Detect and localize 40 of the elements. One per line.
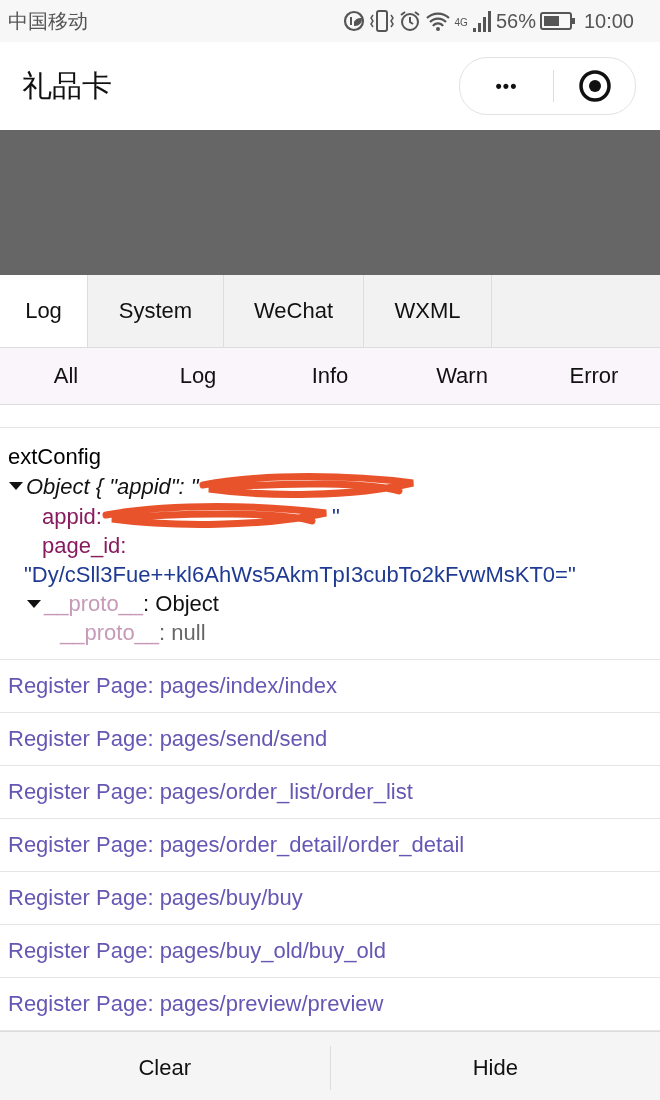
filter-tab[interactable]: Info — [264, 348, 396, 404]
network-type: 4G — [454, 17, 468, 28]
log-entry: Register Page: pages/order_list/order_list — [8, 779, 413, 805]
property-value: " — [331, 502, 340, 531]
clock-time: 10:00 — [583, 9, 634, 33]
property-value: : null — [159, 620, 206, 645]
property-key: appid: — [42, 501, 102, 531]
property-value: : Object — [143, 590, 219, 618]
object-summary: Object { "appid": " — [26, 472, 199, 501]
log-entry: Register Page: pages/send/send — [8, 726, 328, 752]
expanded-caret-icon[interactable] — [8, 481, 24, 491]
property-value: "Dy/cSll3Fue++kl6AhWs5AkmTpI3cubTo2kFvwMsKT0=" — [24, 562, 576, 587]
hide-button[interactable]: Hide — [330, 1032, 660, 1100]
vibrate-icon — [368, 9, 395, 33]
log-entry: Register Page: pages/preview/preview — [8, 991, 384, 1017]
filter-tab[interactable]: Error — [528, 348, 660, 404]
log-entry: Register Page: pages/buy/buy — [8, 885, 303, 911]
log-label: extConfig — [8, 443, 102, 471]
log-entry: Register Page: pages/index/index — [8, 673, 337, 699]
carrier-name: 中国移动 — [8, 8, 88, 34]
clear-button[interactable]: Clear — [0, 1032, 330, 1100]
log-entry: Register Page: pages/order_detail/order_detail — [8, 832, 465, 858]
signal-icon — [471, 10, 492, 32]
filter-tab[interactable]: All — [0, 348, 132, 404]
console-tab[interactable]: Log — [0, 275, 88, 347]
wifi-icon — [424, 11, 451, 31]
battery-icon — [539, 12, 576, 30]
close-target-icon[interactable] — [577, 69, 612, 103]
page-title: 礼品卡 — [22, 67, 112, 104]
alarm-icon — [398, 10, 421, 32]
battery-percent: 56% — [495, 9, 536, 33]
property-key: page_id: — [42, 533, 127, 558]
filter-tab[interactable]: Log — [132, 348, 264, 404]
property-key: __proto__ — [60, 620, 160, 645]
expanded-caret-icon[interactable] — [26, 598, 42, 609]
log-entry: Register Page: pages/buy_old/buy_old — [8, 938, 386, 964]
leaf-badge-icon — [342, 10, 365, 32]
property-key: __proto__ — [44, 589, 144, 618]
filter-tab[interactable]: Warn — [396, 348, 528, 404]
more-button[interactable]: ••• — [460, 74, 553, 98]
